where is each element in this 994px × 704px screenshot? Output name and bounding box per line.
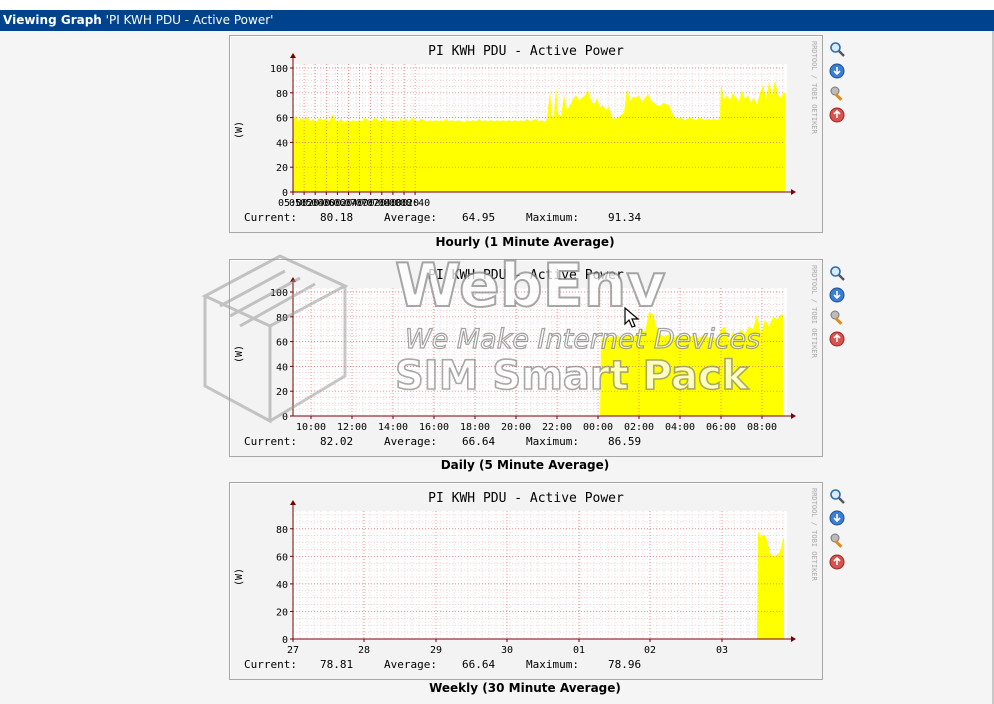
page-title-prefix: Viewing Graph xyxy=(3,13,102,27)
y-tick-label: 80 xyxy=(276,89,288,100)
y-tick-label: 20 xyxy=(276,607,288,618)
caption-hourly: Hourly (1 Minute Average) xyxy=(435,235,615,249)
delete-icon[interactable] xyxy=(829,331,845,347)
download-icon[interactable] xyxy=(829,510,845,526)
x-tick-label: 28 xyxy=(358,645,370,656)
stat-current-label: Current: xyxy=(244,435,297,448)
toolbar-weekly xyxy=(829,488,847,576)
y-tick-label: 60 xyxy=(276,552,288,563)
y-axis-arrow xyxy=(290,277,296,282)
y-axis-arrow xyxy=(290,53,296,58)
toolbar-daily xyxy=(829,265,847,353)
chart-daily: PI KWH PDU - Active Power 0 20 40 60 80 100 10:… xyxy=(234,265,818,448)
x-tick-label: 08:00 xyxy=(747,422,777,433)
stat-average-value: 66.64 xyxy=(462,435,495,448)
zoom-icon[interactable] xyxy=(829,265,845,281)
y-tick-label: 20 xyxy=(276,163,288,174)
x-axis-arrow xyxy=(791,636,796,642)
page-title: 'PI KWH PDU - Active Power' xyxy=(105,13,274,27)
properties-icon[interactable] xyxy=(829,85,845,101)
x-tick-label: 02 xyxy=(644,645,656,656)
stat-average-label: Average: xyxy=(384,658,437,671)
x-tick-label: 27 xyxy=(287,645,299,656)
rrdtool-credit: RRDTOOL / TOBI OETIKER xyxy=(810,41,818,135)
x-tick-label: 16:00 xyxy=(419,422,449,433)
y-tick-label: 80 xyxy=(276,313,288,324)
properties-icon[interactable] xyxy=(829,309,845,325)
stat-current-value: 82.02 xyxy=(320,435,353,448)
zoom-icon[interactable] xyxy=(829,488,845,504)
delete-icon[interactable] xyxy=(829,554,845,570)
stat-current-value: 80.18 xyxy=(320,211,353,224)
y-tick-label: 100 xyxy=(270,288,288,299)
y-tick-label: 60 xyxy=(276,338,288,349)
x-tick-label: 01 xyxy=(573,645,585,656)
x-tick-label: 22:00 xyxy=(542,422,572,433)
chart-weekly: PI KWH PDU - Active Power02040608027 28 29… xyxy=(234,488,818,671)
graph-weekly[interactable]: PI KWH PDU - Active Power 0 20 40 60 80 27 28 29… xyxy=(229,482,823,680)
x-tick-label: 14:00 xyxy=(378,422,408,433)
x-tick-label: 04:00 xyxy=(665,422,695,433)
y-axis-label: (W) xyxy=(234,568,245,586)
x-tick-label: 10:00 xyxy=(296,422,326,433)
stat-maximum-value: 78.96 xyxy=(608,658,641,671)
y-tick-label: 0 xyxy=(282,412,288,423)
y-tick-label: 40 xyxy=(276,580,288,591)
rrdtool-credit: RRDTOOL / TOBI OETIKER xyxy=(810,488,818,582)
y-tick-label: 100 xyxy=(270,64,288,75)
y-tick-label: 80 xyxy=(276,525,288,536)
chart-hourly: PI KWH PDU - Active Power02040608010005:… xyxy=(234,41,818,224)
y-tick-label: 20 xyxy=(276,387,288,398)
download-icon[interactable] xyxy=(829,287,845,303)
stat-average-value: 66.64 xyxy=(462,658,495,671)
x-tick-label: 18:00 xyxy=(460,422,490,433)
stat-current-value: 78.81 xyxy=(320,658,353,671)
stat-maximum-label: Maximum: xyxy=(526,658,579,671)
x-axis-arrow xyxy=(791,413,796,419)
stat-current-label: Current: xyxy=(244,211,297,224)
y-axis-label: (W) xyxy=(234,345,245,363)
chart-title: PI KWH PDU - Active Power xyxy=(428,268,624,283)
delete-icon[interactable] xyxy=(829,107,845,123)
mouse-cursor-icon xyxy=(624,307,640,328)
rrdtool-credit: RRDTOOL / TOBI OETIKER xyxy=(810,265,818,359)
x-tick-label: 29 xyxy=(430,645,442,656)
x-tick-label: 03 xyxy=(716,645,728,656)
x-tick-label: 12:00 xyxy=(337,422,367,433)
stat-maximum-value: 91.34 xyxy=(608,211,641,224)
stat-average-label: Average: xyxy=(384,211,437,224)
graph-daily[interactable]: PI KWH PDU - Active Power 0 20 40 60 80 100 10:… xyxy=(229,259,823,457)
graph-hourly[interactable]: PI KWH PDU - Active Power 0 20 40 60 80 100 05:… xyxy=(229,35,823,233)
stat-average-value: 64.95 xyxy=(462,211,495,224)
chart-title: PI KWH PDU - Active Power xyxy=(428,491,624,506)
y-tick-label: 40 xyxy=(276,362,288,373)
download-icon[interactable] xyxy=(829,63,845,79)
y-axis-label: (W) xyxy=(234,121,245,139)
toolbar-hourly xyxy=(829,41,847,129)
stat-maximum-value: 86.59 xyxy=(608,435,641,448)
stat-maximum-label: Maximum: xyxy=(526,211,579,224)
stat-maximum-label: Maximum: xyxy=(526,435,579,448)
x-tick-label: 08:40 xyxy=(400,198,430,209)
stat-current-label: Current: xyxy=(244,658,297,671)
chart-title: PI KWH PDU - Active Power xyxy=(428,44,624,59)
y-tick-label: 60 xyxy=(276,114,288,125)
x-tick-label: 06:00 xyxy=(706,422,736,433)
page-title-bar: Viewing Graph 'PI KWH PDU - Active Power… xyxy=(0,10,994,31)
x-axis-arrow xyxy=(791,189,796,195)
x-tick-label: 30 xyxy=(501,645,513,656)
properties-icon[interactable] xyxy=(829,532,845,548)
y-tick-label: 40 xyxy=(276,138,288,149)
stat-average-label: Average: xyxy=(384,435,437,448)
caption-daily: Daily (5 Minute Average) xyxy=(440,458,610,472)
zoom-icon[interactable] xyxy=(829,41,845,57)
x-tick-label: 00:00 xyxy=(583,422,613,433)
x-tick-label: 02:00 xyxy=(624,422,654,433)
caption-weekly: Weekly (30 Minute Average) xyxy=(429,681,621,695)
y-axis-arrow xyxy=(290,500,296,505)
x-tick-label: 20:00 xyxy=(501,422,531,433)
